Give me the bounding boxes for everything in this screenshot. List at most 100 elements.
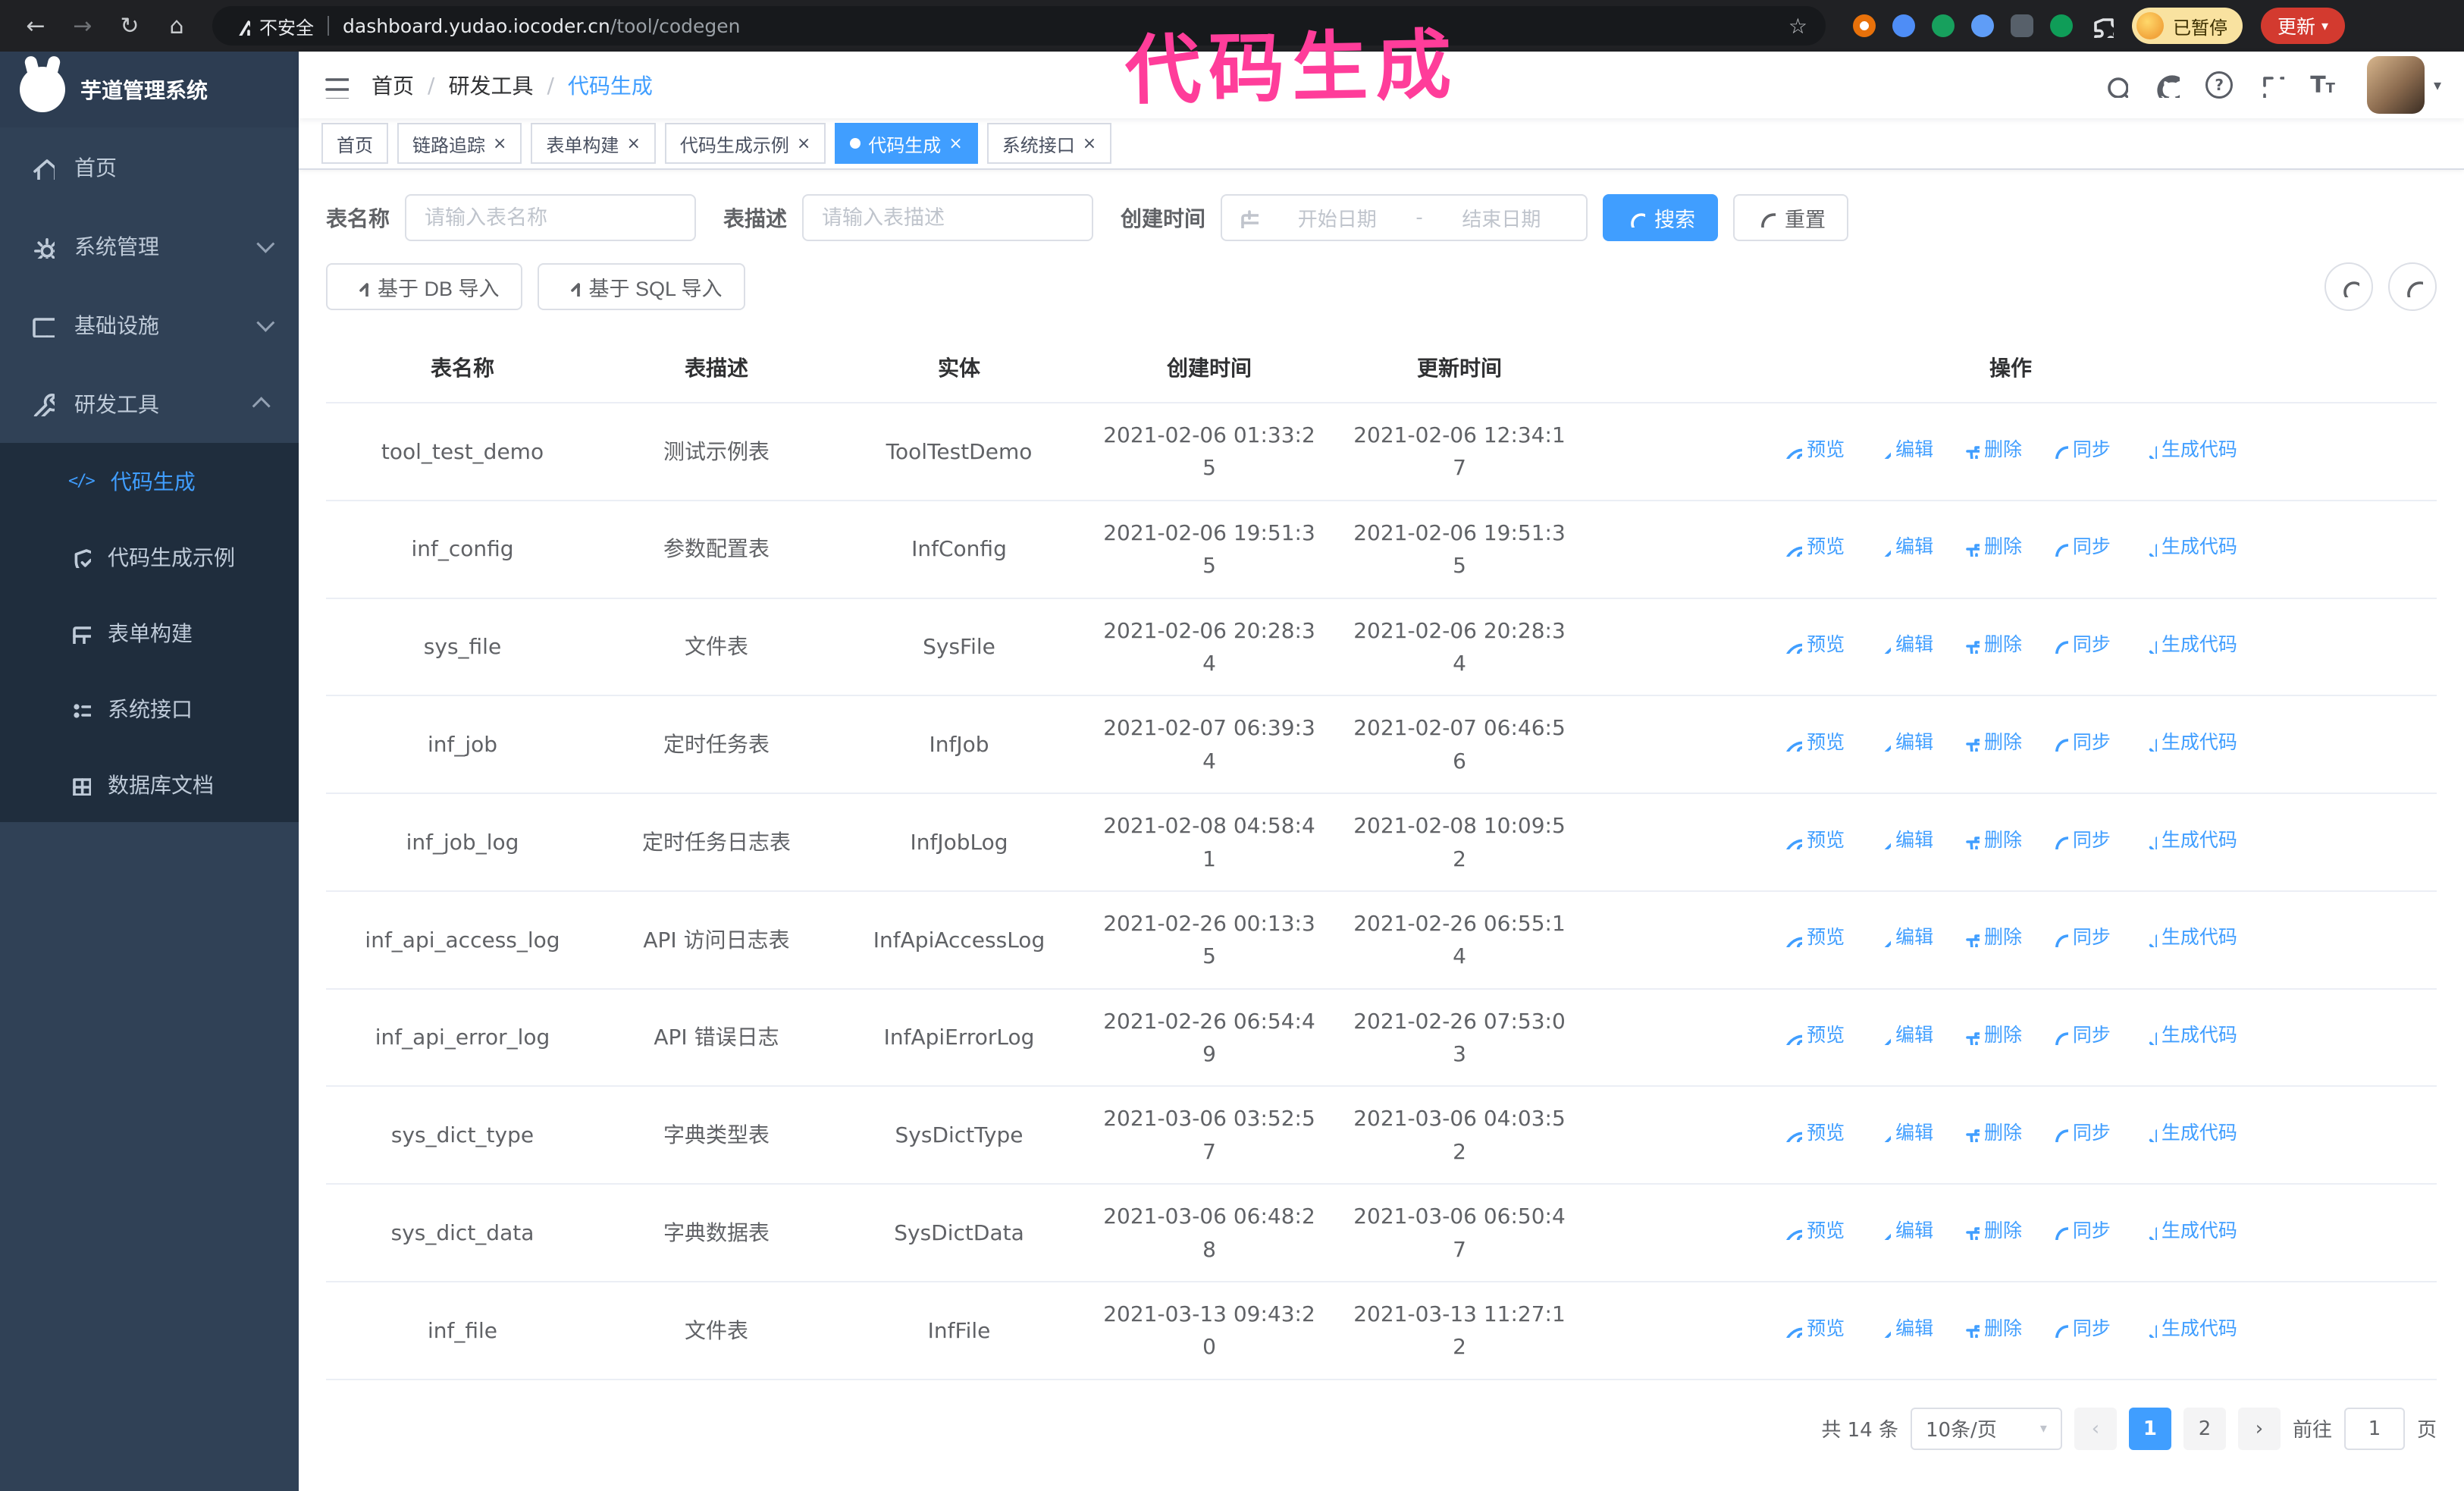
delete-button[interactable]: 删除	[1961, 1216, 2022, 1246]
generate-code-button[interactable]: 生成代码	[2139, 532, 2237, 562]
sidebar-item-codegen[interactable]: </> 代码生成	[0, 443, 299, 519]
back-icon[interactable]: ←	[15, 5, 56, 46]
close-icon[interactable]: ×	[948, 134, 962, 153]
sidebar-item-codegen-example[interactable]: 代码生成示例	[0, 519, 299, 595]
reload-icon[interactable]: ↻	[109, 5, 150, 46]
tab-system-api[interactable]: 系统接口 ×	[986, 123, 1112, 164]
preview-button[interactable]: 预览	[1784, 1021, 1845, 1050]
extension-icon-leaf[interactable]	[2050, 14, 2073, 37]
tab-codegen[interactable]: 代码生成 ×	[835, 123, 978, 164]
profile-paused-badge[interactable]: 已暂停	[2132, 8, 2243, 44]
sync-button[interactable]: 同步	[2050, 1216, 2111, 1246]
font-size-icon[interactable]: TT	[2310, 72, 2335, 99]
extension-icon-people[interactable]	[1971, 14, 1994, 37]
update-button[interactable]: 更新 ▾	[2261, 8, 2346, 44]
sync-button[interactable]: 同步	[2050, 532, 2111, 562]
generate-code-button[interactable]: 生成代码	[2139, 435, 2237, 465]
delete-button[interactable]: 删除	[1961, 728, 2022, 758]
sync-button[interactable]: 同步	[2050, 1119, 2111, 1148]
sidebar-item-infrastructure[interactable]: 基础设施	[0, 285, 299, 364]
delete-button[interactable]: 删除	[1961, 532, 2022, 562]
sidebar-item-system-management[interactable]: 系统管理	[0, 206, 299, 285]
search-button[interactable]: 搜索	[1603, 194, 1719, 241]
help-icon[interactable]: ?	[2205, 71, 2234, 99]
preview-button[interactable]: 预览	[1784, 435, 1845, 465]
user-menu[interactable]: ▾	[2366, 56, 2441, 114]
app-logo[interactable]: 芋道管理系统	[0, 52, 299, 127]
search-icon[interactable]	[2102, 72, 2129, 98]
edit-button[interactable]: 编辑	[1873, 826, 1933, 855]
sync-button[interactable]: 同步	[2050, 1021, 2111, 1050]
delete-button[interactable]: 删除	[1961, 1119, 2022, 1148]
tab-trace[interactable]: 链路追踪 ×	[397, 123, 522, 164]
sidebar-item-db-docs[interactable]: 数据库文档	[0, 746, 299, 822]
extensions-puzzle-icon[interactable]	[2089, 14, 2114, 38]
table-name-input[interactable]	[405, 194, 697, 241]
date-range-picker[interactable]: 开始日期 - 结束日期	[1221, 194, 1588, 241]
address-bar[interactable]: 不安全 dashboard.yudao.iocoder.cn/tool/code…	[212, 6, 1826, 46]
delete-button[interactable]: 删除	[1961, 923, 2022, 953]
edit-button[interactable]: 编辑	[1873, 1021, 1933, 1050]
breadcrumb-dev-tools[interactable]: 研发工具	[448, 70, 533, 100]
generate-code-button[interactable]: 生成代码	[2139, 923, 2237, 953]
delete-button[interactable]: 删除	[1961, 435, 2022, 465]
generate-code-button[interactable]: 生成代码	[2139, 1216, 2237, 1246]
breadcrumb-home[interactable]: 首页	[371, 70, 414, 100]
close-icon[interactable]: ×	[493, 134, 506, 153]
edit-button[interactable]: 编辑	[1873, 728, 1933, 758]
sync-button[interactable]: 同步	[2050, 630, 2111, 660]
generate-code-button[interactable]: 生成代码	[2139, 1314, 2237, 1344]
sidebar-item-dev-tools[interactable]: 研发工具	[0, 364, 299, 443]
edit-button[interactable]: 编辑	[1873, 435, 1933, 465]
refresh-table-button[interactable]	[2388, 262, 2437, 311]
sidebar-toggle-icon[interactable]	[321, 71, 349, 99]
edit-button[interactable]: 编辑	[1873, 923, 1933, 953]
preview-button[interactable]: 预览	[1784, 630, 1845, 660]
edit-button[interactable]: 编辑	[1873, 1216, 1933, 1246]
goto-page-input[interactable]	[2343, 1407, 2405, 1450]
import-sql-button[interactable]: 基于 SQL 导入	[537, 263, 745, 310]
preview-button[interactable]: 预览	[1784, 1216, 1845, 1246]
edit-button[interactable]: 编辑	[1873, 630, 1933, 660]
tab-form-builder[interactable]: 表单构建 ×	[531, 123, 656, 164]
preview-button[interactable]: 预览	[1784, 1314, 1845, 1344]
edit-button[interactable]: 编辑	[1873, 532, 1933, 562]
extension-icon-orange[interactable]	[1853, 14, 1876, 37]
sync-button[interactable]: 同步	[2050, 923, 2111, 953]
generate-code-button[interactable]: 生成代码	[2139, 630, 2237, 660]
extension-icon-gray[interactable]	[2011, 14, 2033, 37]
toggle-search-button[interactable]	[2324, 262, 2373, 311]
generate-code-button[interactable]: 生成代码	[2139, 826, 2237, 855]
table-desc-input[interactable]	[802, 194, 1094, 241]
preview-button[interactable]: 预览	[1784, 728, 1845, 758]
browser-home-icon[interactable]: ⌂	[156, 5, 197, 46]
sidebar-item-form-builder[interactable]: 表单构建	[0, 595, 299, 670]
delete-button[interactable]: 删除	[1961, 826, 2022, 855]
preview-button[interactable]: 预览	[1784, 1119, 1845, 1148]
page-size-select[interactable]: 10条/页 ▾	[1910, 1407, 2062, 1450]
generate-code-button[interactable]: 生成代码	[2139, 1021, 2237, 1050]
edit-button[interactable]: 编辑	[1873, 1314, 1933, 1344]
delete-button[interactable]: 删除	[1961, 1314, 2022, 1344]
prev-page-button[interactable]: ‹	[2074, 1407, 2117, 1450]
delete-button[interactable]: 删除	[1961, 630, 2022, 660]
page-button-1[interactable]: 1	[2128, 1407, 2171, 1450]
close-icon[interactable]: ×	[1083, 134, 1096, 153]
sync-button[interactable]: 同步	[2050, 728, 2111, 758]
tab-codegen-example[interactable]: 代码生成示例 ×	[664, 123, 826, 164]
extension-icon-blue[interactable]	[1892, 14, 1915, 37]
close-icon[interactable]: ×	[626, 134, 640, 153]
forward-icon[interactable]: →	[62, 5, 103, 46]
sync-button[interactable]: 同步	[2050, 1314, 2111, 1344]
preview-button[interactable]: 预览	[1784, 923, 1845, 953]
import-db-button[interactable]: 基于 DB 导入	[326, 263, 522, 310]
generate-code-button[interactable]: 生成代码	[2139, 1119, 2237, 1148]
close-icon[interactable]: ×	[797, 134, 810, 153]
fullscreen-icon[interactable]	[2259, 72, 2285, 98]
page-button-2[interactable]: 2	[2183, 1407, 2226, 1450]
tab-home[interactable]: 首页	[321, 123, 388, 164]
sync-button[interactable]: 同步	[2050, 435, 2111, 465]
github-icon[interactable]	[2154, 72, 2180, 98]
sync-button[interactable]: 同步	[2050, 826, 2111, 855]
edit-button[interactable]: 编辑	[1873, 1119, 1933, 1148]
